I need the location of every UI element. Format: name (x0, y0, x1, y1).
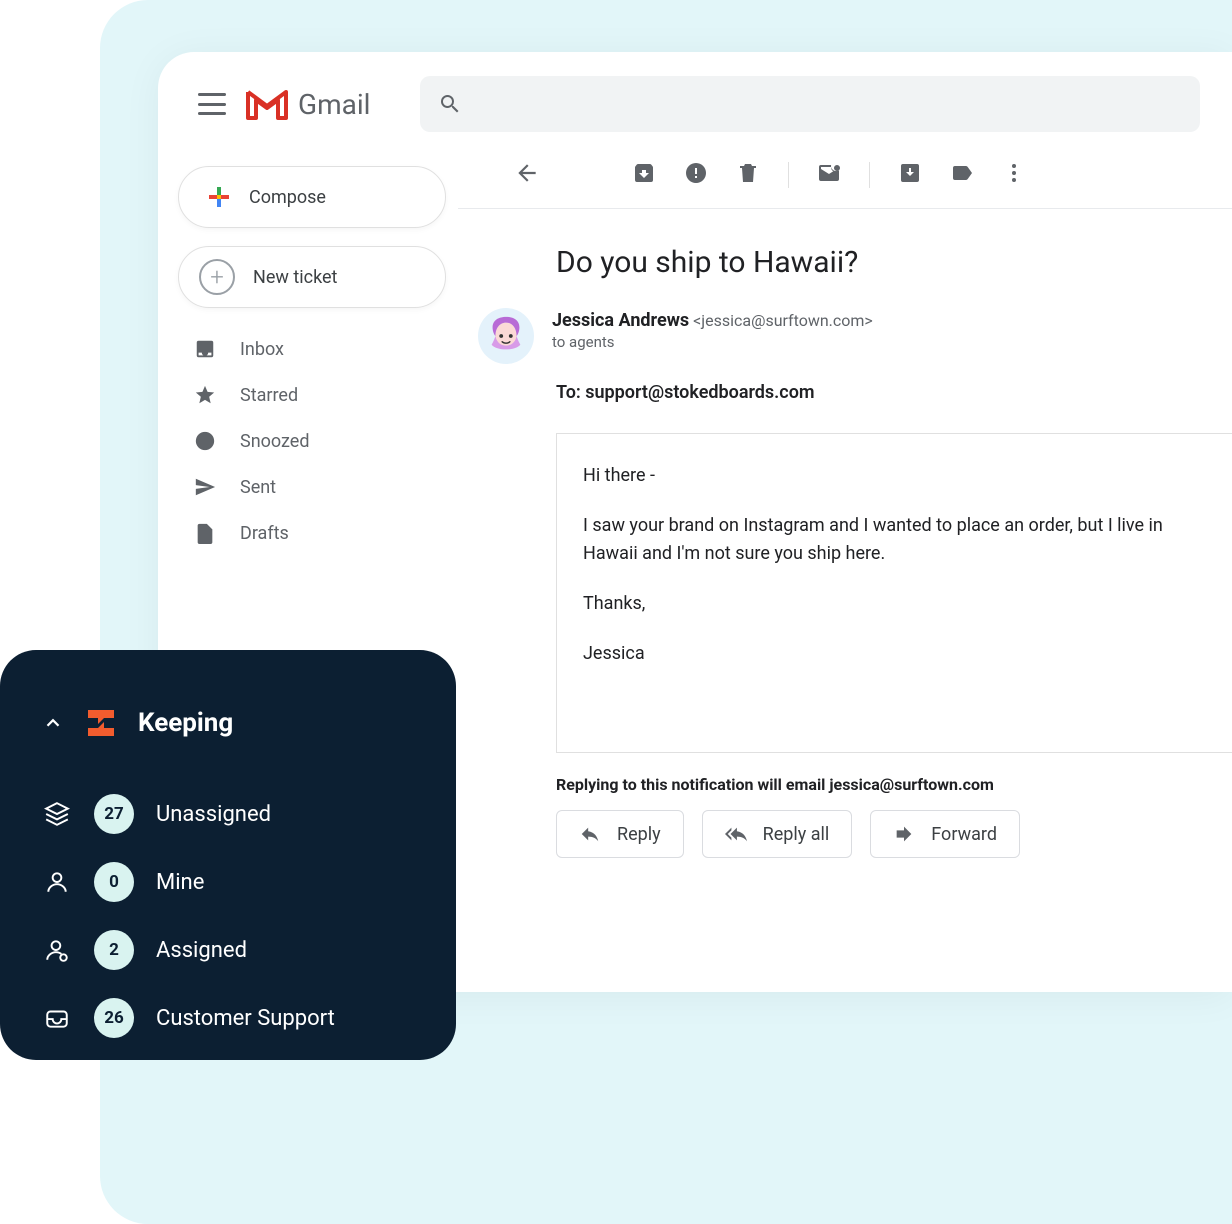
count-badge: 2 (94, 930, 134, 970)
body-paragraph: I saw your brand on Instagram and I want… (583, 512, 1206, 568)
sidebar-item-label: Inbox (240, 339, 284, 360)
forward-label: Forward (931, 824, 997, 845)
sender-name: Jessica Andrews (552, 310, 689, 331)
keeping-item-label: Assigned (156, 938, 247, 963)
search-input[interactable] (420, 76, 1200, 132)
search-icon (438, 92, 462, 116)
sidebar-item-sent[interactable]: Sent (178, 464, 446, 510)
keeping-title: Keeping (138, 708, 233, 738)
email-body: Hi there - I saw your brand on Instagram… (556, 433, 1232, 753)
chevron-up-icon (42, 712, 64, 734)
layers-icon (42, 801, 72, 827)
menu-icon[interactable] (198, 93, 226, 115)
sidebar-item-inbox[interactable]: Inbox (178, 326, 446, 372)
email-to-line: To: support@stokedboards.com (556, 382, 1232, 403)
sidebar-item-label: Snoozed (240, 431, 310, 452)
gmail-header: Gmail (158, 52, 1232, 148)
sidebar-item-label: Sent (240, 477, 276, 498)
reply-all-label: Reply all (763, 824, 830, 845)
inbox-icon (194, 338, 216, 360)
mailbox-icon (42, 1005, 72, 1031)
label-button[interactable] (950, 161, 974, 189)
new-ticket-label: New ticket (253, 267, 337, 288)
count-badge: 27 (94, 794, 134, 834)
body-signature: Jessica (583, 640, 1206, 668)
keeping-item-mine[interactable]: 0 Mine (36, 848, 420, 916)
sidebar-item-snoozed[interactable]: Snoozed (178, 418, 446, 464)
mark-unread-button[interactable] (817, 161, 841, 189)
email-pane: Do you ship to Hawaii? (458, 148, 1232, 992)
sidebar-item-label: Drafts (240, 523, 289, 544)
back-button[interactable] (514, 160, 540, 190)
delete-button[interactable] (736, 161, 760, 189)
compose-button[interactable]: Compose (178, 166, 446, 228)
compose-label: Compose (249, 187, 326, 208)
file-icon (194, 522, 216, 544)
plus-circle-icon: + (199, 259, 235, 295)
body-greeting: Hi there - (583, 462, 1206, 490)
body-thanks: Thanks, (583, 590, 1206, 618)
keeping-header[interactable]: Keeping (36, 706, 420, 740)
count-badge: 0 (94, 862, 134, 902)
report-spam-button[interactable] (684, 161, 708, 189)
reply-button[interactable]: Reply (556, 810, 684, 858)
keeping-panel: Keeping 27 Unassigned 0 Mine 2 Assigned … (0, 650, 456, 1060)
email-toolbar (458, 148, 1232, 209)
keeping-item-customer-support[interactable]: 26 Customer Support (36, 984, 420, 1052)
keeping-logo-icon (84, 706, 118, 740)
star-icon (194, 384, 216, 406)
forward-button[interactable]: Forward (870, 810, 1020, 858)
keeping-item-unassigned[interactable]: 27 Unassigned (36, 780, 420, 848)
reply-icon (579, 823, 601, 845)
keeping-item-label: Mine (156, 870, 204, 895)
keeping-item-label: Customer Support (156, 1006, 335, 1031)
plus-multicolor-icon (207, 185, 231, 209)
reply-all-icon (725, 823, 747, 845)
forward-icon (893, 823, 915, 845)
gmail-m-icon (246, 88, 288, 120)
send-icon (194, 476, 216, 498)
user-icon (42, 869, 72, 895)
clock-icon (194, 430, 216, 452)
sidebar-item-label: Starred (240, 385, 298, 406)
more-button[interactable] (1002, 161, 1026, 189)
reply-notification: Replying to this notification will email… (556, 775, 1232, 794)
sidebar-item-starred[interactable]: Starred (178, 372, 446, 418)
reply-all-button[interactable]: Reply all (702, 810, 853, 858)
sender-email: <jessica@surftown.com> (693, 311, 873, 330)
sidebar-item-drafts[interactable]: Drafts (178, 510, 446, 556)
user-check-icon (42, 937, 72, 963)
sender-avatar[interactable] (478, 308, 534, 364)
gmail-wordmark: Gmail (298, 88, 370, 121)
gmail-logo[interactable]: Gmail (246, 88, 370, 121)
sender-recipients[interactable]: to agents (552, 333, 873, 351)
count-badge: 26 (94, 998, 134, 1038)
keeping-item-label: Unassigned (156, 802, 271, 827)
reply-label: Reply (617, 824, 661, 845)
new-ticket-button[interactable]: + New ticket (178, 246, 446, 308)
archive-button[interactable] (632, 161, 656, 189)
keeping-item-assigned[interactable]: 2 Assigned (36, 916, 420, 984)
move-to-inbox-button[interactable] (898, 161, 922, 189)
email-subject: Do you ship to Hawaii? (556, 245, 1232, 280)
